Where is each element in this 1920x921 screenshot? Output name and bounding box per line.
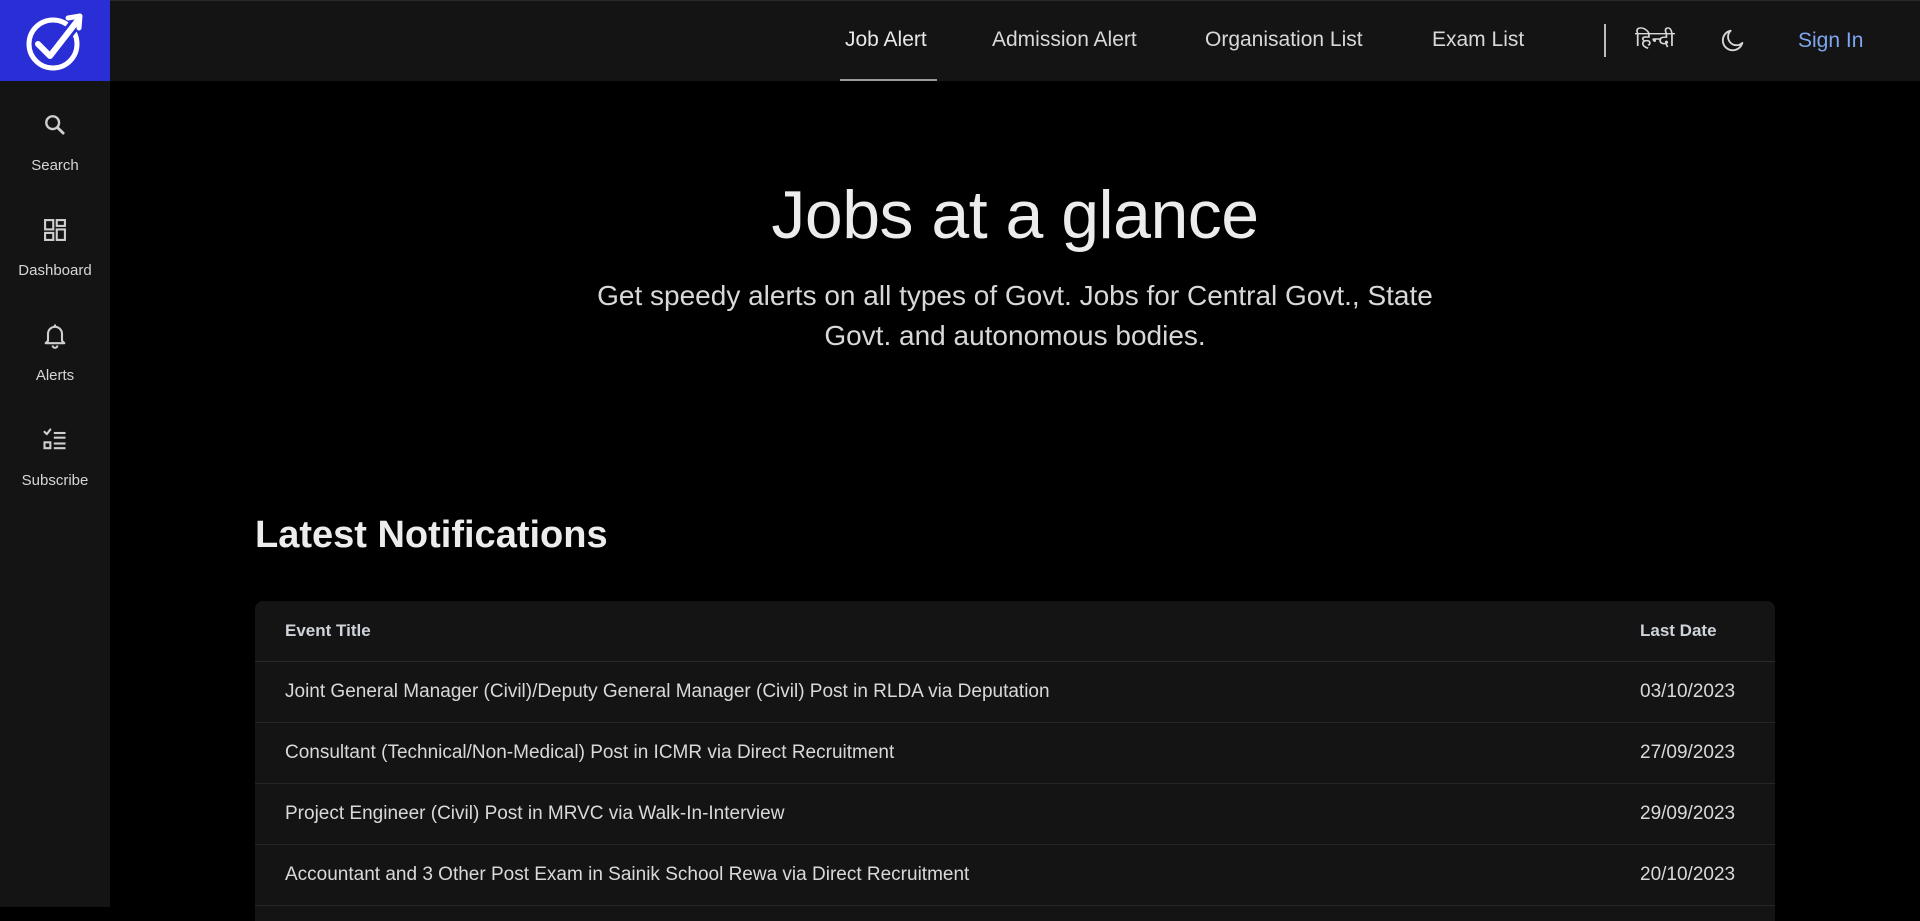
- table-row[interactable]: Project Engineer (Civil) Post in MRVC vi…: [255, 784, 1775, 845]
- sign-in-link[interactable]: Sign In: [1798, 0, 1863, 81]
- sidebar: Search Dashboard Alerts Subscribe: [0, 81, 110, 907]
- language-toggle[interactable]: हिन्दी: [1635, 0, 1675, 81]
- column-header-last-date: Last Date: [1640, 621, 1775, 641]
- last-date: 27/09/2023: [1640, 742, 1775, 764]
- sidebar-item-subscribe[interactable]: Subscribe: [0, 426, 110, 518]
- checklist-icon: [41, 426, 69, 454]
- table-row[interactable]: Consultant (Technical/Non-Medical) Post …: [255, 723, 1775, 784]
- last-date: 03/10/2023: [1640, 681, 1775, 703]
- table-header: Event Title Last Date: [255, 601, 1775, 662]
- sidebar-item-label: Search: [31, 157, 79, 174]
- notifications-table: Event Title Last Date Joint General Mana…: [255, 601, 1775, 921]
- sidebar-item-search[interactable]: Search: [0, 111, 110, 203]
- nav-active-indicator: [840, 79, 937, 81]
- event-title[interactable]: Joint General Manager (Civil)/Deputy Gen…: [255, 681, 1640, 703]
- sidebar-item-alerts[interactable]: Alerts: [0, 321, 110, 413]
- hero-subtitle: Get speedy alerts on all types of Govt. …: [570, 276, 1460, 356]
- sidebar-item-dashboard[interactable]: Dashboard: [0, 216, 110, 308]
- last-date: 20/10/2023: [1640, 864, 1775, 886]
- column-header-event-title: Event Title: [255, 621, 1640, 641]
- nav-organisation-list[interactable]: Organisation List: [1205, 0, 1363, 81]
- section-title: Latest Notifications: [255, 514, 608, 557]
- hero-title: Jobs at a glance: [110, 176, 1920, 254]
- bell-icon: [41, 321, 69, 349]
- nav-job-alert[interactable]: Job Alert: [845, 0, 927, 81]
- sidebar-item-label: Dashboard: [18, 262, 91, 279]
- moon-icon[interactable]: [1719, 26, 1747, 54]
- sidebar-item-label: Subscribe: [22, 472, 89, 489]
- site-logo[interactable]: [0, 0, 110, 81]
- nav-exam-list[interactable]: Exam List: [1432, 0, 1524, 81]
- search-icon: [41, 111, 69, 139]
- table-row[interactable]: Joint General Manager (Civil)/Deputy Gen…: [255, 662, 1775, 723]
- nav-divider: [1604, 24, 1606, 57]
- table-row[interactable]: Accountant and 3 Other Post Exam in Sain…: [255, 845, 1775, 906]
- checkmark-logo-icon: [20, 6, 90, 76]
- event-title[interactable]: Accountant and 3 Other Post Exam in Sain…: [255, 864, 1640, 886]
- dashboard-icon: [41, 216, 69, 244]
- nav-admission-alert[interactable]: Admission Alert: [992, 0, 1137, 81]
- event-title[interactable]: Project Engineer (Civil) Post in MRVC vi…: [255, 803, 1640, 825]
- event-title[interactable]: Consultant (Technical/Non-Medical) Post …: [255, 742, 1640, 764]
- sidebar-item-label: Alerts: [36, 367, 74, 384]
- last-date: 29/09/2023: [1640, 803, 1775, 825]
